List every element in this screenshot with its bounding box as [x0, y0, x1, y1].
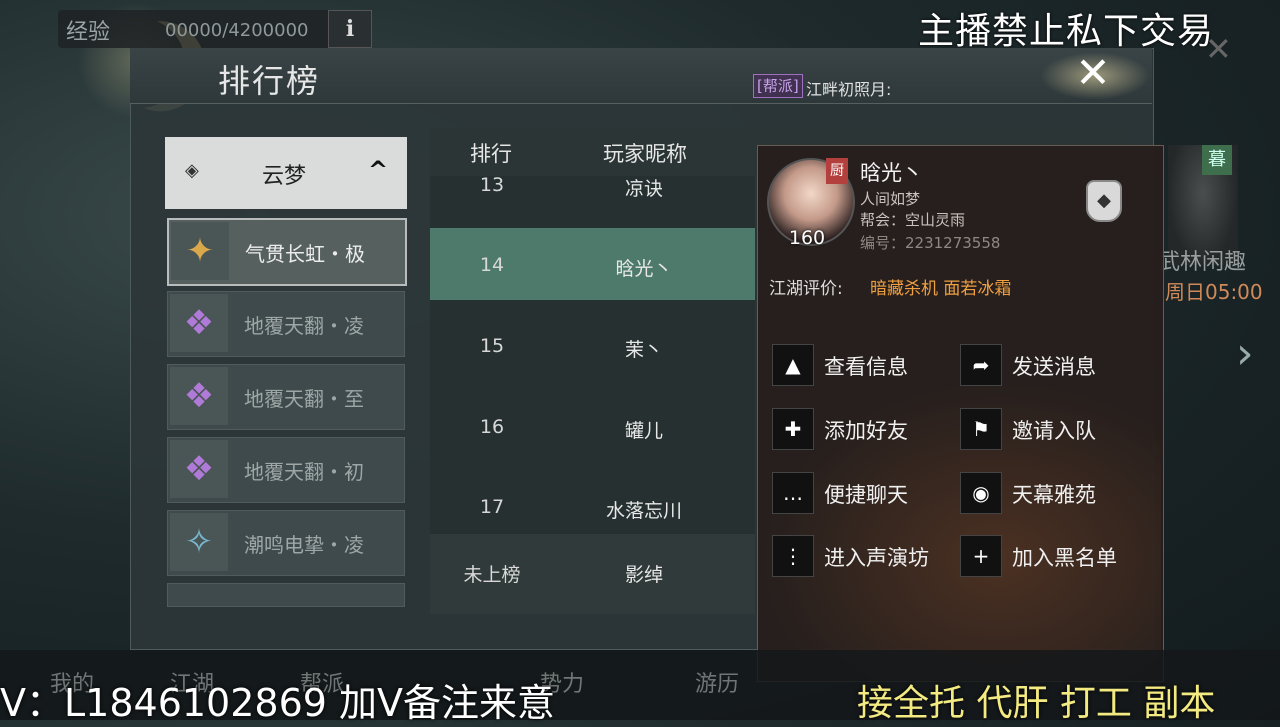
row-player-name: 晗光丶: [615, 258, 673, 280]
plus-box-icon: +: [960, 535, 1002, 577]
table-row[interactable]: 17 水落忘川: [430, 470, 755, 542]
player-id: 编号：2231273558: [860, 234, 1001, 252]
side-close-icon[interactable]: ✕: [1205, 30, 1232, 68]
row-rank: 13: [479, 174, 505, 196]
skill-icon: ❖: [170, 367, 228, 425]
invite-flag-icon: ⚑: [960, 408, 1002, 450]
guild-chat-text: 江畔初照月:: [806, 80, 892, 99]
category-label: 地覆天翻・初: [244, 460, 364, 484]
action-label: 进入声演坊: [824, 546, 929, 570]
stream-banner: 主播禁止私下交易: [918, 11, 1215, 52]
category-label: 地覆天翻・至: [244, 387, 364, 411]
garden-icon: ◉: [960, 472, 1002, 514]
row-player-name: 凉诀: [624, 178, 663, 200]
audio-bars-icon: ⋮: [772, 535, 814, 577]
table-row-selected[interactable]: 14 晗光丶: [430, 228, 755, 300]
reputation-label: 江湖评价:: [769, 279, 843, 299]
contact-overlay: V：L1846102869 加V备注来意: [0, 681, 556, 725]
my-player-name: 影绰: [624, 564, 663, 586]
chevron-up-icon[interactable]: ^: [368, 156, 388, 184]
action-label: 加入黑名单: [1012, 546, 1117, 570]
send-arrow-icon: ➦: [960, 344, 1002, 386]
diamond-icon: ◈: [185, 160, 199, 181]
chat-bubble-icon: …: [772, 472, 814, 514]
action-label: 查看信息: [824, 355, 908, 379]
view-info-icon: ▲: [772, 344, 814, 386]
player-level: 160: [788, 227, 826, 249]
skill-icon: ❖: [170, 294, 228, 352]
action-label: 天幕雅苑: [1012, 483, 1096, 507]
table-row[interactable]: 15 茉丶: [430, 309, 755, 381]
action-label: 添加好友: [824, 419, 908, 443]
chevron-right-icon[interactable]: ›: [1236, 328, 1254, 379]
player-name: 晗光丶: [860, 161, 923, 185]
exp-value: 00000/4200000: [165, 20, 309, 41]
row-rank: 17: [479, 496, 505, 518]
table-row[interactable]: 13 凉诀: [430, 150, 755, 210]
category-label: 潮鸣电挚・凌: [244, 533, 364, 557]
row-player-name: 水落忘川: [605, 500, 682, 522]
add-user-icon: ✚: [772, 408, 814, 450]
row-rank: 15: [479, 335, 505, 357]
page-title: 排行榜: [218, 62, 321, 100]
category-item-1[interactable]: ❖ 地覆天翻・凌: [167, 291, 405, 357]
row-player-name: 茉丶: [624, 339, 663, 361]
category-item-2[interactable]: ❖ 地覆天翻・至: [167, 364, 405, 430]
category-group-label: 云梦: [262, 164, 307, 189]
shield-icon[interactable]: ◆: [1086, 180, 1122, 222]
services-overlay: 接全托 代肝 打工 副本: [857, 683, 1216, 724]
row-player-name: 罐儿: [624, 420, 663, 442]
player-guild: 帮会：空山灵雨: [860, 211, 966, 229]
side-tag: 暮: [1202, 145, 1232, 175]
action-label: 发送消息: [1012, 355, 1096, 379]
info-button[interactable]: i: [328, 10, 372, 48]
action-label: 便捷聊天: [824, 483, 908, 507]
my-rank: 未上榜: [463, 564, 521, 586]
profession-badge: 厨: [826, 158, 848, 184]
more-actions-partial: [772, 600, 1152, 614]
row-rank: 16: [479, 416, 505, 438]
reputation-value: 暗藏杀机 面若冰霜: [870, 279, 1012, 299]
category-item-0[interactable]: ✦ 气贯长虹・极: [167, 218, 407, 286]
category-label: 地覆天翻・凌: [244, 314, 364, 338]
category-item-3[interactable]: ❖ 地覆天翻・初: [167, 437, 405, 503]
side-activity-title: 武林闲趣: [1158, 250, 1247, 275]
exp-label: 经验: [66, 20, 111, 45]
side-activity-time: 周日05:00: [1165, 280, 1263, 304]
row-rank: 14: [479, 254, 505, 276]
my-rank-row: 未上榜 影绰: [430, 534, 755, 614]
table-row[interactable]: 16 罐儿: [430, 390, 755, 462]
action-label: 邀请入队: [1012, 419, 1096, 443]
close-button[interactable]: ✕: [1065, 48, 1121, 98]
guild-channel-tag: [帮派]: [753, 74, 803, 98]
category-item-4[interactable]: ✧ 潮鸣电挚・凌: [167, 510, 405, 576]
skill-icon: ❖: [170, 440, 228, 498]
category-item-partial[interactable]: [167, 583, 405, 607]
category-label: 气贯长虹・极: [245, 242, 365, 266]
skill-icon: ✧: [170, 513, 228, 571]
skill-icon: ✦: [171, 222, 229, 280]
player-subtitle: 人间如梦: [860, 190, 921, 208]
nav-item-travel[interactable]: 游历: [695, 666, 739, 698]
